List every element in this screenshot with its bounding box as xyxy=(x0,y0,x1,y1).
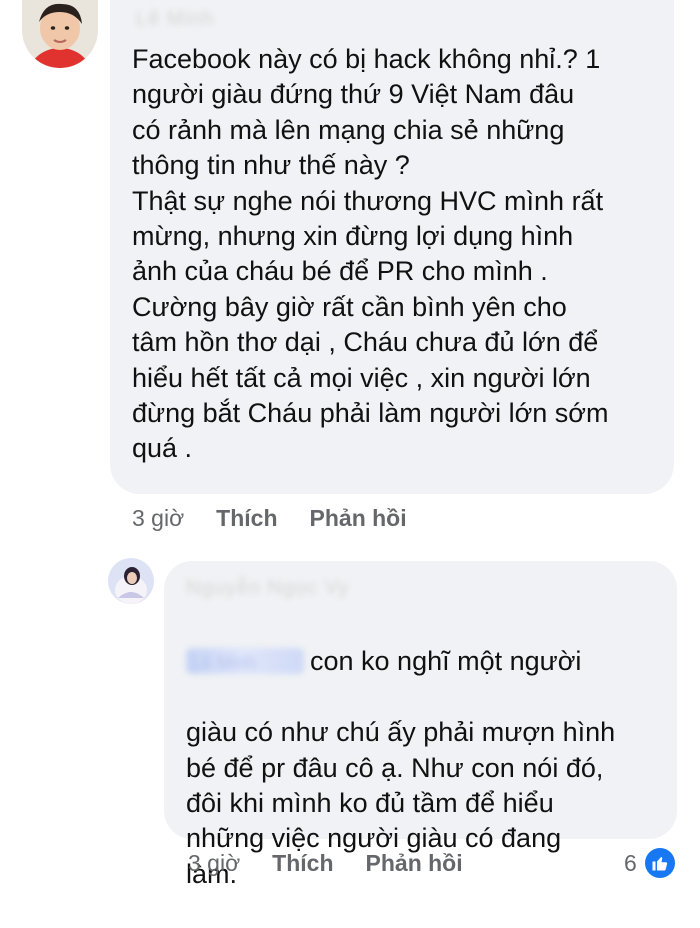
reply-bubble: Nguyễn Ngọc Vy Lê Minh con ko nghĩ một ng… xyxy=(164,561,677,889)
reply-first-text: con ko nghĩ một người xyxy=(310,646,582,677)
like-thumb-icon xyxy=(644,848,675,878)
comment-timestamp[interactable]: 3 giờ xyxy=(132,505,184,532)
like-button[interactable]: Thích xyxy=(216,505,277,532)
reply-like-button[interactable]: Thích xyxy=(272,850,333,877)
reply-text: Lê Minh con ko nghĩ một người giàu có như… xyxy=(186,609,666,928)
comment-bubble: Lê Minh Facebook này có bị hack không nh… xyxy=(110,0,674,494)
reply-actions: 3 giờ Thích Phản hồi xyxy=(188,850,463,877)
reply-avatar[interactable] xyxy=(108,558,154,604)
comment-actions: 3 giờ Thích Phản hồi xyxy=(132,505,407,532)
reply-button[interactable]: Phản hồi xyxy=(310,505,407,532)
reply-reply-button[interactable]: Phản hồi xyxy=(366,850,463,877)
reply-author-name[interactable]: Nguyễn Ngọc Vy xyxy=(186,577,349,600)
comment-text: Facebook này có bị hack không nhỉ.? 1 ng… xyxy=(132,44,609,464)
reaction-count: 6 xyxy=(624,849,637,876)
reaction-summary[interactable]: 6 xyxy=(624,848,675,878)
reply-first-line: Lê Minh con ko nghĩ một người xyxy=(186,644,666,679)
commenter-avatar[interactable] xyxy=(22,0,98,68)
reply-timestamp[interactable]: 3 giờ xyxy=(188,850,240,877)
mention-tag[interactable]: Lê Minh xyxy=(186,646,304,675)
comment-author-name[interactable]: Lê Minh xyxy=(136,8,214,31)
